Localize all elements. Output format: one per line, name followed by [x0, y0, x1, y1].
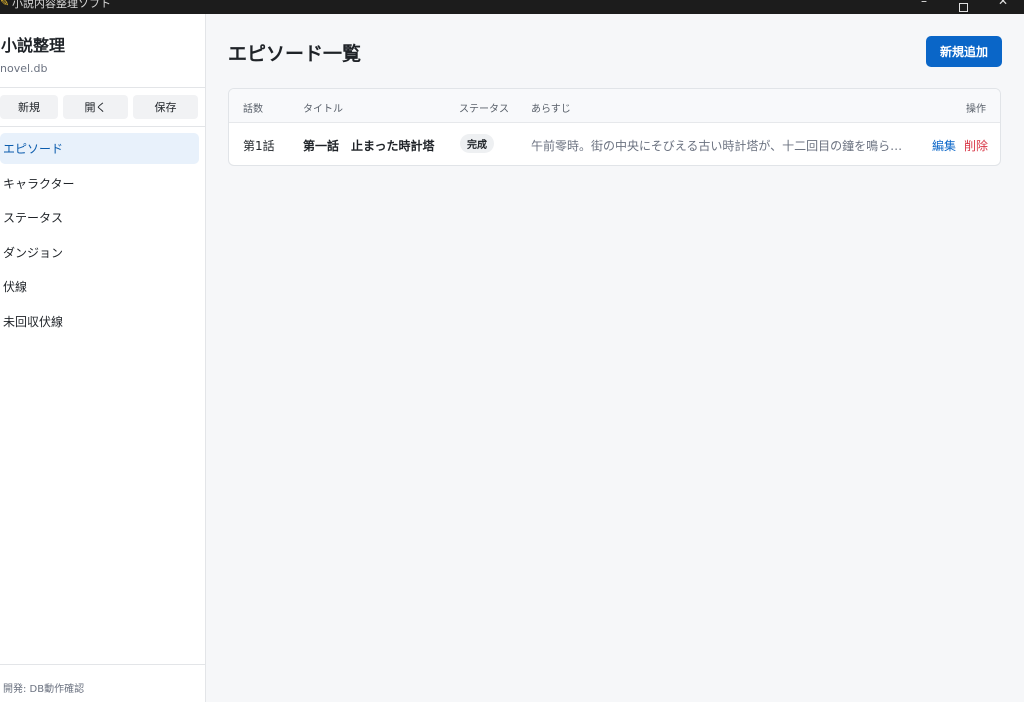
- sidebar-nav: エピソード キャラクター ステータス ダンジョン 伏線 未回収伏線: [0, 133, 206, 340]
- window-titlebar: ✎ 小説内容整理ソフト – ✕: [0, 0, 1024, 14]
- app-name: 小説整理: [1, 36, 66, 55]
- minimize-button[interactable]: –: [914, 0, 934, 8]
- cell-episode: 第1話: [243, 139, 275, 153]
- sidebar-item-status[interactable]: ステータス: [0, 202, 199, 233]
- column-header-synopsis: あらすじ: [531, 104, 571, 115]
- maximize-icon: [958, 3, 968, 12]
- window-title: 小説内容整理ソフト: [12, 0, 111, 10]
- status-badge: 完成: [460, 134, 494, 153]
- sidebar-footer-text: 開発: DB動作確認: [3, 684, 85, 695]
- sidebar-item-foreshadowing[interactable]: 伏線: [0, 271, 199, 302]
- add-episode-button[interactable]: 新規追加: [926, 36, 1002, 67]
- open-file-button[interactable]: 開く: [63, 95, 128, 119]
- main-content: エピソード一覧 新規追加 話数 タイトル ステータス あらすじ 操作 第1話 第…: [207, 14, 1024, 702]
- save-file-button[interactable]: 保存: [133, 95, 198, 119]
- sidebar-item-unresolved-foreshadowing[interactable]: 未回収伏線: [0, 306, 199, 337]
- sidebar-divider: [0, 87, 205, 88]
- column-header-episode: 話数: [243, 104, 263, 115]
- sidebar-divider: [0, 664, 205, 665]
- column-header-actions: 操作: [966, 104, 986, 115]
- column-header-title: タイトル: [303, 104, 343, 115]
- cell-synopsis: 午前零時。街の中央にそびえる古い時計塔が、十二回目の鐘を鳴らした。…: [531, 139, 903, 153]
- maximize-button[interactable]: [953, 0, 973, 14]
- db-filename: novel.db: [0, 62, 48, 75]
- sidebar: 小説整理 novel.db 新規 開く 保存 エピソード キャラクター ステータ…: [0, 14, 206, 702]
- table-row[interactable]: 第1話 第一話 止まった時計塔 完成 午前零時。街の中央にそびえる古い時計塔が、…: [229, 124, 1000, 165]
- sidebar-item-episodes[interactable]: エピソード: [0, 133, 199, 164]
- column-header-status: ステータス: [459, 104, 509, 115]
- sidebar-divider: [0, 126, 205, 127]
- delete-button[interactable]: 削除: [964, 137, 988, 154]
- close-button[interactable]: ✕: [993, 0, 1013, 8]
- episode-table: 話数 タイトル ステータス あらすじ 操作 第1話 第一話 止まった時計塔 完成…: [228, 88, 1001, 166]
- sidebar-item-characters[interactable]: キャラクター: [0, 168, 199, 199]
- new-file-button[interactable]: 新規: [0, 95, 58, 119]
- edit-button[interactable]: 編集: [932, 137, 956, 154]
- cell-title: 第一話 止まった時計塔: [303, 139, 435, 153]
- page-title: エピソード一覧: [228, 43, 362, 65]
- sidebar-item-dungeons[interactable]: ダンジョン: [0, 237, 199, 268]
- table-header: 話数 タイトル ステータス あらすじ 操作: [229, 89, 1000, 123]
- app-pencil-icon: ✎: [0, 0, 10, 9]
